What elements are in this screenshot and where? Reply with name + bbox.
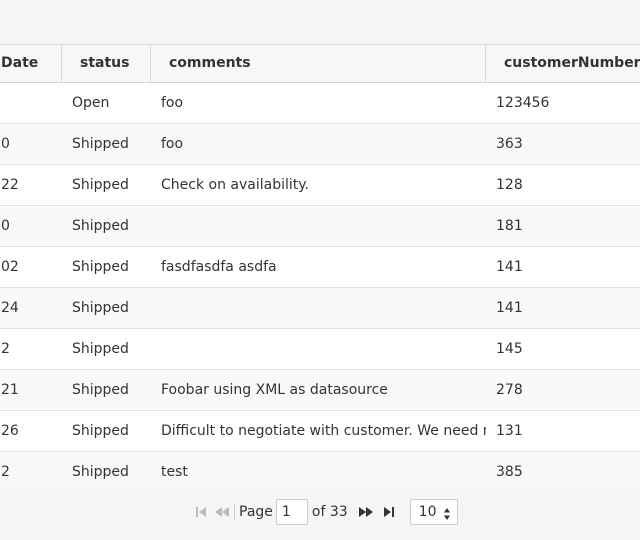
grid-inner: Date status comments customerNumber Open… — [0, 45, 640, 487]
page-size-select[interactable]: 10 — [409, 499, 458, 525]
cell-customer-number: 131 — [496, 423, 523, 439]
table-row[interactable]: 2 Shipped 145 — [0, 329, 640, 370]
cell-customer-number: 145 — [496, 341, 523, 357]
cell-status: Shipped — [72, 177, 129, 193]
pager-separator — [234, 504, 235, 520]
cell-comments: Difficult to negotiate with customer. We… — [161, 423, 486, 439]
cell-customer-number: 278 — [496, 382, 523, 398]
cell-status: Shipped — [72, 341, 129, 357]
table-row[interactable]: Open foo 123456 — [0, 83, 640, 124]
cell-comments: Check on availability. — [161, 177, 309, 193]
cell-customer-number: 141 — [496, 300, 523, 316]
data-grid: Date status comments customerNumber Open… — [0, 44, 640, 488]
cell-status: Shipped — [72, 259, 129, 275]
column-header-comments[interactable]: comments — [151, 45, 486, 82]
cell-customer-number: 181 — [496, 218, 523, 234]
cell-customer-number: 363 — [496, 136, 523, 152]
updown-arrows-icon — [443, 505, 451, 529]
table-row[interactable]: 22 Shipped Check on availability. 128 — [0, 165, 640, 206]
cell-status: Shipped — [72, 423, 129, 439]
cell-comments: foo — [161, 136, 184, 152]
table-row[interactable]: 21 Shipped Foobar using XML as datasourc… — [0, 370, 640, 411]
table-row[interactable]: 02 Shipped fasdfasdfa asdfa 141 — [0, 247, 640, 288]
cell-comments — [151, 288, 486, 328]
cell-date — [0, 83, 62, 123]
first-page-icon[interactable] — [194, 502, 208, 522]
table-row[interactable]: 2 Shipped test 385 — [0, 452, 640, 487]
cell-date: 0 — [1, 136, 10, 152]
cell-date: 24 — [1, 300, 19, 316]
cell-date: 02 — [1, 259, 19, 275]
cell-status: Shipped — [72, 382, 129, 398]
cell-status: Open — [72, 95, 110, 111]
cell-comments: fasdfasdfa asdfa — [161, 259, 277, 275]
pager-bar: Page of 33 10 — [0, 487, 640, 537]
cell-status: Shipped — [72, 464, 129, 480]
prev-page-icon[interactable] — [214, 502, 230, 522]
column-header-date[interactable]: Date — [0, 45, 62, 82]
cell-date: 21 — [1, 382, 19, 398]
table-row[interactable]: 24 Shipped 141 — [0, 288, 640, 329]
cell-customer-number: 128 — [496, 177, 523, 193]
cell-status: Shipped — [72, 136, 129, 152]
page: Date status comments customerNumber Open… — [0, 0, 640, 540]
cell-date: 22 — [1, 177, 19, 193]
cell-comments: test — [161, 464, 188, 480]
table-row[interactable]: 26 Shipped Difficult to negotiate with c… — [0, 411, 640, 452]
page-number-input[interactable] — [275, 499, 308, 525]
cell-status: Shipped — [72, 218, 129, 234]
next-page-icon[interactable] — [358, 502, 374, 522]
cell-comments — [151, 206, 486, 246]
cell-date: 0 — [1, 218, 10, 234]
cell-comments: foo — [161, 95, 184, 111]
column-header-customer-number[interactable]: customerNumber — [486, 45, 640, 82]
table-row[interactable]: 0 Shipped 181 — [0, 206, 640, 247]
cell-date: 26 — [1, 423, 19, 439]
grid-header: Date status comments customerNumber — [0, 45, 640, 83]
page-size-value: 10 — [418, 504, 437, 520]
cell-date: 2 — [1, 341, 10, 357]
cell-customer-number: 385 — [496, 464, 523, 480]
cell-comments — [151, 329, 486, 369]
cell-comments: Foobar using XML as datasource — [161, 382, 388, 398]
column-header-status[interactable]: status — [62, 45, 151, 82]
table-row[interactable]: 0 Shipped foo 363 — [0, 124, 640, 165]
cell-customer-number: 141 — [496, 259, 523, 275]
pager-controls: Page of 33 10 — [194, 499, 458, 525]
cell-status: Shipped — [72, 300, 129, 316]
last-page-icon[interactable] — [382, 502, 396, 522]
page-label: Page — [239, 504, 273, 520]
cell-date: 2 — [1, 464, 10, 480]
page-count-label: of 33 — [311, 504, 348, 520]
cell-customer-number: 123456 — [496, 95, 550, 111]
